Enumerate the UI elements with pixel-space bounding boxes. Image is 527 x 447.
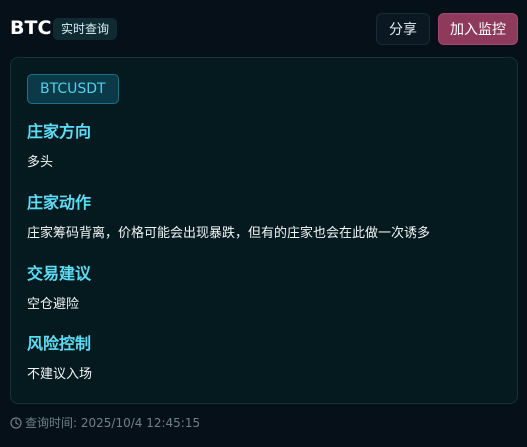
section-text-risk: 不建议入场: [27, 367, 93, 382]
share-button[interactable]: 分享: [376, 13, 430, 45]
analysis-card: BTCUSDT 庄家方向 多头 庄家动作 庄家筹码背离，价格可能会出现暴跌，但有…: [10, 57, 518, 404]
section-text-action: 庄家筹码背离，价格可能会出现暴跌，但有的庄家也会在此做一次诱多: [27, 226, 431, 241]
section-text-advice: 空仓避险: [27, 297, 80, 312]
query-time-text: 查询时间: 2025/10/4 12:45:15: [25, 416, 201, 430]
query-time-footer: 查询时间: 2025/10/4 12:45:15: [10, 414, 200, 432]
clock-icon: [10, 416, 22, 429]
realtime-query-badge: 实时查询: [53, 18, 118, 40]
add-monitor-button[interactable]: 加入监控: [438, 13, 518, 45]
app-header: BTC 实时查询 分享 加入监控: [0, 0, 527, 56]
symbol-tag: BTCUSDT: [27, 74, 119, 104]
section-title-direction: 庄家方向: [27, 122, 92, 141]
section-text-direction: 多头: [27, 155, 54, 170]
page-title: BTC: [10, 17, 52, 39]
section-title-action: 庄家动作: [27, 193, 92, 212]
section-title-risk: 风险控制: [27, 334, 92, 353]
section-title-advice: 交易建议: [27, 264, 92, 283]
